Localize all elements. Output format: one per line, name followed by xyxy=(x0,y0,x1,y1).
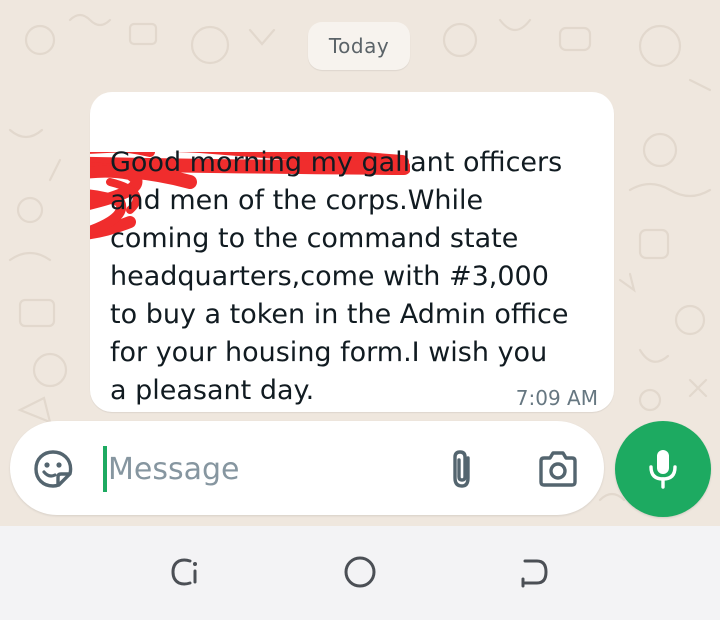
system-navigation-bar xyxy=(0,526,720,620)
text-cursor xyxy=(103,446,107,492)
message-input[interactable] xyxy=(108,443,428,495)
date-divider: Today xyxy=(308,22,410,70)
message-bubble[interactable]: Good morning my gallant officers and men… xyxy=(90,92,614,412)
message-composer xyxy=(10,421,604,515)
home-icon[interactable] xyxy=(340,552,380,592)
microphone-icon[interactable] xyxy=(615,421,711,517)
back-icon[interactable] xyxy=(514,552,554,592)
message-text: Good morning my gallant officers and men… xyxy=(110,147,569,406)
recents-icon[interactable] xyxy=(165,552,205,592)
message-timestamp: 7:09 AM xyxy=(515,386,598,410)
camera-icon[interactable] xyxy=(536,447,580,491)
sticker-icon[interactable] xyxy=(32,448,74,490)
paperclip-icon[interactable] xyxy=(442,447,482,491)
